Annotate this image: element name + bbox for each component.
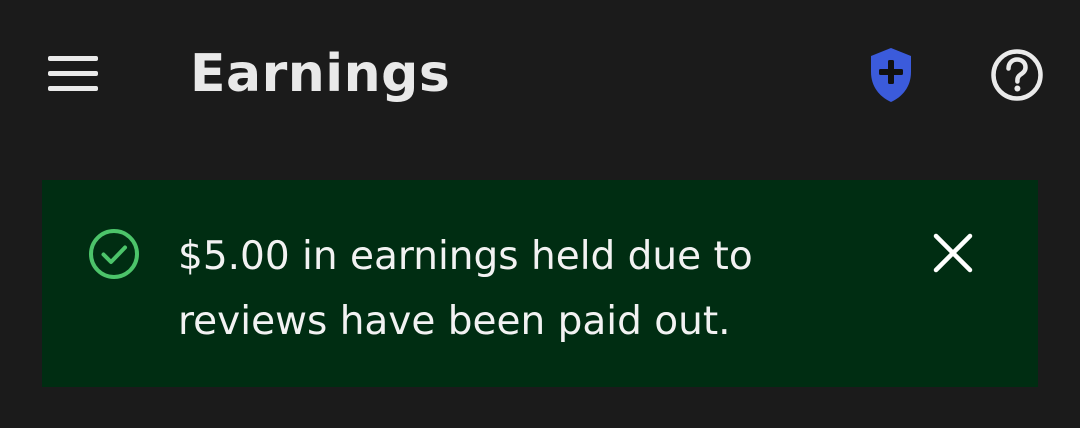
close-icon	[933, 233, 973, 273]
payout-notification-banner: $5.00 in earnings held due to reviews ha…	[42, 180, 1038, 387]
safety-toolkit-button[interactable]	[855, 42, 927, 108]
page-title: Earnings	[190, 44, 451, 104]
menu-button[interactable]	[36, 44, 110, 102]
check-circle-icon	[89, 229, 139, 279]
shield-plus-icon	[871, 48, 911, 102]
question-circle-icon	[991, 49, 1043, 101]
help-button[interactable]	[980, 40, 1054, 110]
banner-message: $5.00 in earnings held due to reviews ha…	[178, 234, 753, 344]
hamburger-menu-icon-bar	[48, 86, 98, 91]
earnings-screen: Earnings $5.00 in earnings held due to r…	[0, 0, 1080, 428]
hamburger-menu-icon-bar	[48, 71, 98, 76]
dismiss-banner-button[interactable]	[922, 222, 984, 284]
top-app-bar: Earnings	[0, 0, 1080, 148]
hamburger-menu-icon-bar	[48, 56, 98, 61]
